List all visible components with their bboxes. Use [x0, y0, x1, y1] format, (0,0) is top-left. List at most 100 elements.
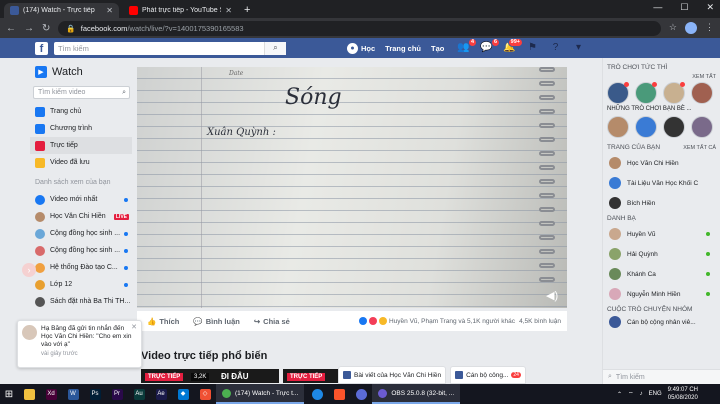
contact-item[interactable]: Hải Quỳnh [603, 244, 720, 264]
facebook-logo-icon[interactable]: f [35, 41, 48, 55]
browser-tab-watch[interactable]: (174) Watch - Trực tiếp ✕ [4, 3, 119, 18]
help-icon[interactable]: ? [549, 41, 562, 54]
sidebar-item-shows[interactable]: Chương trình [30, 120, 132, 137]
maximize-icon[interactable]: ☐ [680, 2, 688, 13]
messenger-icon[interactable]: 💬 6 [480, 38, 500, 54]
brave-app-icon[interactable] [328, 384, 350, 404]
watchlist-item[interactable]: Hệ thống Đào tạo C... [30, 259, 132, 276]
xd-app-icon[interactable]: Xd [40, 384, 62, 404]
live-video-player[interactable]: Date Sóng Xuân Quỳnh : ◀) [137, 67, 567, 308]
page-item[interactable]: Bích Hiền [603, 193, 720, 213]
watchlist-item[interactable]: Cộng đồng học sinh ... [30, 225, 132, 242]
groups-icon[interactable]: ⚑ [526, 41, 539, 54]
forward-icon[interactable]: → [24, 23, 34, 34]
back-icon[interactable]: ← [6, 23, 16, 34]
chat-tab[interactable]: Bài viết của Học Văn Chi Hiền [338, 366, 447, 384]
tray-chevron-icon[interactable]: ⌃ [617, 391, 622, 398]
contact-item[interactable]: Huyền Vũ [603, 224, 720, 244]
sidebar-item-home[interactable]: Trang chủ [30, 103, 132, 120]
page-avatar[interactable] [691, 116, 713, 138]
page-avatar [35, 245, 45, 256]
minimize-icon[interactable]: — [653, 2, 662, 13]
watch-title: Watch [52, 66, 83, 78]
sidebar-toggle-icon[interactable]: › [22, 263, 36, 277]
watchlist-item[interactable]: Lớp 12 [30, 276, 132, 293]
page-avatar[interactable] [607, 116, 629, 138]
watch-search-input[interactable]: Tìm kiếm video ⌕ [33, 86, 130, 99]
popular-live-heading: Video trực tiếp phổ biến [141, 350, 268, 362]
taskbar-window-chrome[interactable]: (174) Watch - Trực t... [216, 384, 305, 404]
windows-start-icon[interactable]: ⊞ [0, 384, 18, 404]
facebook-search-input[interactable]: Tìm kiếm ⌕ [54, 41, 286, 55]
pages-see-all[interactable]: XEM TẤT CẢ [683, 145, 716, 151]
watchlist-heading: Danh sách xem của bạn [35, 179, 111, 186]
comment-button[interactable]: 💬 Bình luận [193, 317, 240, 326]
search-icon[interactable]: ⌕ [264, 41, 286, 55]
page-avatar[interactable] [635, 116, 657, 138]
share-button[interactable]: ↪ Chia sẻ [254, 317, 290, 326]
games-see-all[interactable]: XEM TẤT [692, 74, 716, 80]
volume-icon[interactable]: ◀) [546, 289, 558, 302]
group-item[interactable]: Cán bộ cộng nhân viê... [603, 315, 720, 329]
star-icon[interactable]: ☆ [669, 22, 677, 34]
online-indicator [706, 252, 710, 256]
sidebar-item-saved[interactable]: Video đã lưu [30, 154, 132, 171]
close-tab-icon[interactable]: ✕ [225, 6, 232, 15]
sidebar-item-live[interactable]: Trực tiếp [30, 137, 132, 154]
new-tab-icon[interactable]: + [244, 4, 250, 16]
watchlist-item[interactable]: Cộng đồng học sinh ... [30, 242, 132, 259]
after-effects-app-icon[interactable]: Ae [150, 384, 172, 404]
close-tab-icon[interactable]: ✕ [106, 6, 113, 15]
reload-icon[interactable]: ↻ [42, 23, 50, 34]
notifications-icon[interactable]: 🔔 99+ [503, 38, 523, 54]
close-window-icon[interactable]: ✕ [706, 2, 714, 13]
word-app-icon[interactable]: W [62, 384, 84, 404]
profile-link[interactable]: ● Học [347, 42, 375, 54]
profile-avatar[interactable] [685, 22, 697, 34]
language-indicator[interactable]: ENG [649, 391, 662, 397]
video-thumbnail[interactable]: TRỰC TIẾP 3,2K ĐI ĐÂU [141, 369, 279, 383]
contact-item[interactable]: Khánh Ca [603, 264, 720, 284]
network-icon[interactable]: ⌔ [628, 390, 634, 398]
avatar [609, 177, 621, 189]
reactions-summary[interactable]: Huyền Vũ, Phạm Trang và 5,1K người khác [359, 311, 515, 331]
file-explorer-icon[interactable] [18, 384, 40, 404]
browser-tab-youtube[interactable]: Phát trực tiếp - YouTube Studio ✕ [123, 3, 238, 18]
chat-search-input[interactable]: ⌕ Tìm kiếm [603, 369, 720, 384]
notification-toast[interactable]: Hạ Băng đã gửi tin nhắn đến Học Văn Chi … [17, 320, 142, 368]
like-button[interactable]: 👍 Thích [147, 317, 179, 326]
address-bar[interactable]: 🔒 facebook.com/watch/live/?v=14001753901… [58, 20, 661, 36]
premiere-app-icon[interactable]: Pr [106, 384, 128, 404]
vscode-app-icon[interactable]: ◆ [172, 384, 194, 404]
share-label: Chia sẻ [263, 316, 290, 326]
menu-icon[interactable]: ⋮ [705, 22, 714, 34]
contact-item[interactable]: Nguyễn Minh Hiền [603, 284, 720, 304]
close-icon[interactable]: ✕ [131, 323, 137, 331]
volume-icon[interactable]: ♪ [640, 391, 643, 397]
git-app-icon[interactable]: ◇ [194, 384, 216, 404]
watchlist-item[interactable]: Học Văn Chi Hiền LIVE [30, 208, 132, 225]
game-icon[interactable] [663, 82, 685, 104]
url-path: /watch/live/?v=1400175390165583 [127, 23, 244, 33]
comment-count[interactable]: 4,5K bình luận [519, 311, 561, 331]
game-icon[interactable] [607, 82, 629, 104]
game-icon[interactable] [635, 82, 657, 104]
taskbar-window-obs[interactable]: OBS 25.0.8 (32-bit, ... [372, 384, 461, 404]
friend-requests-icon[interactable]: 👥 4 [457, 38, 477, 54]
chat-tab[interactable]: Cán bộ công... 24 [450, 366, 526, 384]
messenger-app-icon[interactable] [350, 384, 372, 404]
nav-create[interactable]: Tạo [431, 44, 444, 53]
watchlist-item[interactable]: Sách đặt nhà Ba Thi TH... [30, 293, 132, 310]
page-item[interactable]: Học Văn Chi Hiền [603, 153, 720, 173]
game-icon[interactable] [691, 82, 713, 104]
audition-app-icon[interactable]: Au [128, 384, 150, 404]
edge-app-icon[interactable] [306, 384, 328, 404]
clock[interactable]: 9:49:07 CH 05/08/2020 [668, 386, 698, 402]
photoshop-app-icon[interactable]: Ps [84, 384, 106, 404]
page-avatar[interactable] [663, 116, 685, 138]
page-item[interactable]: Tài Liệu Văn Học Khối C [603, 173, 720, 193]
nav-home[interactable]: Trang chủ [385, 44, 421, 53]
pages-heading: TRANG CỦA BẠN XEM TẤT CẢ [603, 142, 720, 153]
account-menu-icon[interactable]: ▾ [572, 41, 585, 54]
watchlist-item[interactable]: Video mới nhất [30, 191, 132, 208]
